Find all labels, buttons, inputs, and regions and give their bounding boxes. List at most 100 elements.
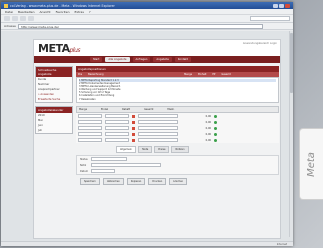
- tab-preise[interactable]: Preise: [154, 146, 170, 153]
- menu-help[interactable]: ?: [89, 10, 91, 14]
- browser-window: col-Verlag - www.meta-plus.de - Meta - W…: [1, 2, 293, 246]
- nav-start[interactable]: Start: [90, 57, 103, 62]
- unit-price-field[interactable]: [105, 138, 129, 142]
- column-header: Menge: [184, 73, 193, 76]
- menu-ansicht[interactable]: Ansicht: [40, 10, 51, 14]
- panel-title: Schnellsuche Angebote: [36, 67, 72, 77]
- delete-button[interactable]: Löschen: [169, 178, 188, 185]
- nav-anfragen[interactable]: Anfragen: [132, 57, 151, 62]
- amount-value: 0,00: [205, 138, 211, 142]
- status-select[interactable]: [91, 157, 127, 161]
- ok-icon: [214, 138, 217, 142]
- address-label: Adresse: [4, 24, 16, 28]
- discount-field[interactable]: [138, 114, 178, 118]
- address-input[interactable]: http://www.meta-plus.de/: [17, 23, 263, 29]
- save-button[interactable]: Speichern: [80, 178, 100, 185]
- unit-price-field[interactable]: [105, 132, 129, 136]
- amount-value: 0,00: [205, 120, 211, 124]
- unit-price-field[interactable]: [105, 126, 129, 130]
- tab-allgemein[interactable]: Allgemein: [116, 146, 136, 153]
- action-bar: Speichern Abbrechen Kopieren Drucken Lös…: [76, 178, 279, 185]
- unit-price-field[interactable]: [105, 120, 129, 124]
- back-icon[interactable]: [4, 16, 10, 21]
- window-title: col-Verlag - www.meta-plus.de - Meta - W…: [10, 3, 115, 8]
- page-viewport: METAplus Anwendungsbereich Login Start A…: [1, 31, 293, 242]
- warning-icon: [132, 138, 135, 142]
- amount-value: 0,00: [205, 126, 211, 130]
- note-field[interactable]: [91, 163, 161, 167]
- logo: METAplus: [38, 42, 81, 55]
- copy-button[interactable]: Kopieren: [126, 178, 146, 185]
- tab-notizen[interactable]: Notizen: [171, 146, 189, 153]
- scrollbar-thumb[interactable]: [290, 33, 293, 93]
- form-column: Menge: [79, 108, 88, 111]
- web-page: METAplus Anwendungsbereich Login Start A…: [33, 39, 281, 239]
- list-item[interactable]: 7 Reisekosten: [79, 98, 276, 101]
- refresh-icon[interactable]: [20, 16, 26, 21]
- forward-icon[interactable]: [12, 16, 18, 21]
- search-input[interactable]: [250, 16, 290, 21]
- logo-text: META: [38, 42, 70, 55]
- menu-datei[interactable]: Datei: [5, 10, 13, 14]
- quantity-field[interactable]: [78, 132, 102, 136]
- sidebar: Schnellsuche Angebote Kunde Nummer Anspr…: [35, 66, 73, 137]
- quantity-field[interactable]: [78, 120, 102, 124]
- form-row: Datum: [77, 168, 278, 174]
- menu-favoriten[interactable]: Favoriten: [56, 10, 70, 14]
- toolbar: [1, 15, 293, 23]
- tab-texte[interactable]: Texte: [137, 146, 153, 153]
- discount-field[interactable]: [138, 120, 178, 124]
- home-icon[interactable]: [28, 16, 34, 21]
- ok-icon: [214, 126, 217, 130]
- calendar-panel: Angebotskalender 2010 Mai Juni Juli: [35, 106, 73, 134]
- vertical-scrollbar[interactable]: [289, 31, 293, 237]
- menu-extras[interactable]: Extras: [74, 10, 83, 14]
- warning-icon: [132, 126, 135, 130]
- nav-kontakt[interactable]: Kontakt: [174, 57, 191, 62]
- amount-value: 0,00: [205, 114, 211, 118]
- discount-field[interactable]: [138, 126, 178, 130]
- section-label-text: Meta: [306, 151, 317, 177]
- browser-icon: [4, 3, 8, 8]
- column-header: EP: [212, 73, 216, 76]
- logo-suffix: plus: [69, 47, 81, 54]
- column-header: Einheit: [198, 73, 207, 76]
- nav-angebote[interactable]: Angebote: [153, 57, 172, 62]
- quantity-field[interactable]: [78, 114, 102, 118]
- discount-field[interactable]: [138, 132, 178, 136]
- column-header: Bezeichnung: [88, 73, 104, 76]
- form-column: Rabatt: [122, 108, 131, 111]
- positions-list[interactable]: 1 META Reporting Standard 1.2.3 2 META D…: [76, 77, 279, 103]
- section-tab-label: Meta: [299, 128, 323, 200]
- price-row: 0,00: [76, 137, 279, 143]
- detail-tabs: Allgemein Texte Preise Notizen: [76, 146, 279, 153]
- form-header: Menge Einzel Rabatt Gesamt Mwst.: [76, 106, 279, 113]
- advanced-search-link[interactable]: Erweiterte Suche: [36, 97, 72, 102]
- form-column: Gesamt: [144, 108, 154, 111]
- cancel-button[interactable]: Abbrechen: [102, 178, 124, 185]
- print-button[interactable]: Drucken: [148, 178, 167, 185]
- nav-alle-angebote[interactable]: Alle Angebote: [105, 57, 130, 62]
- minimize-button[interactable]: [273, 3, 278, 8]
- form-column: Mwst.: [167, 108, 175, 111]
- quantity-field[interactable]: [78, 138, 102, 142]
- amount-value: 0,00: [205, 132, 211, 136]
- screenshot: col-Verlag - www.meta-plus.de - Meta - W…: [0, 0, 323, 248]
- menu-bearbeiten[interactable]: Bearbeiten: [18, 10, 34, 14]
- unit-price-field[interactable]: [105, 114, 129, 118]
- field-label: Notiz: [80, 163, 87, 167]
- title-bar: col-Verlag - www.meta-plus.de - Meta - W…: [1, 2, 293, 9]
- calendar-item[interactable]: Juli: [36, 128, 72, 133]
- discount-field[interactable]: [138, 138, 178, 142]
- field-label: Datum: [80, 169, 89, 173]
- warning-icon: [132, 132, 135, 136]
- ok-icon: [214, 114, 217, 118]
- close-button[interactable]: [285, 3, 290, 8]
- address-bar: Adresse http://www.meta-plus.de/: [1, 23, 293, 30]
- form-column: Einzel: [101, 108, 109, 111]
- warning-icon: [132, 120, 135, 124]
- ok-icon: [214, 132, 217, 136]
- date-field[interactable]: [91, 169, 115, 173]
- maximize-button[interactable]: [279, 3, 284, 8]
- quantity-field[interactable]: [78, 126, 102, 130]
